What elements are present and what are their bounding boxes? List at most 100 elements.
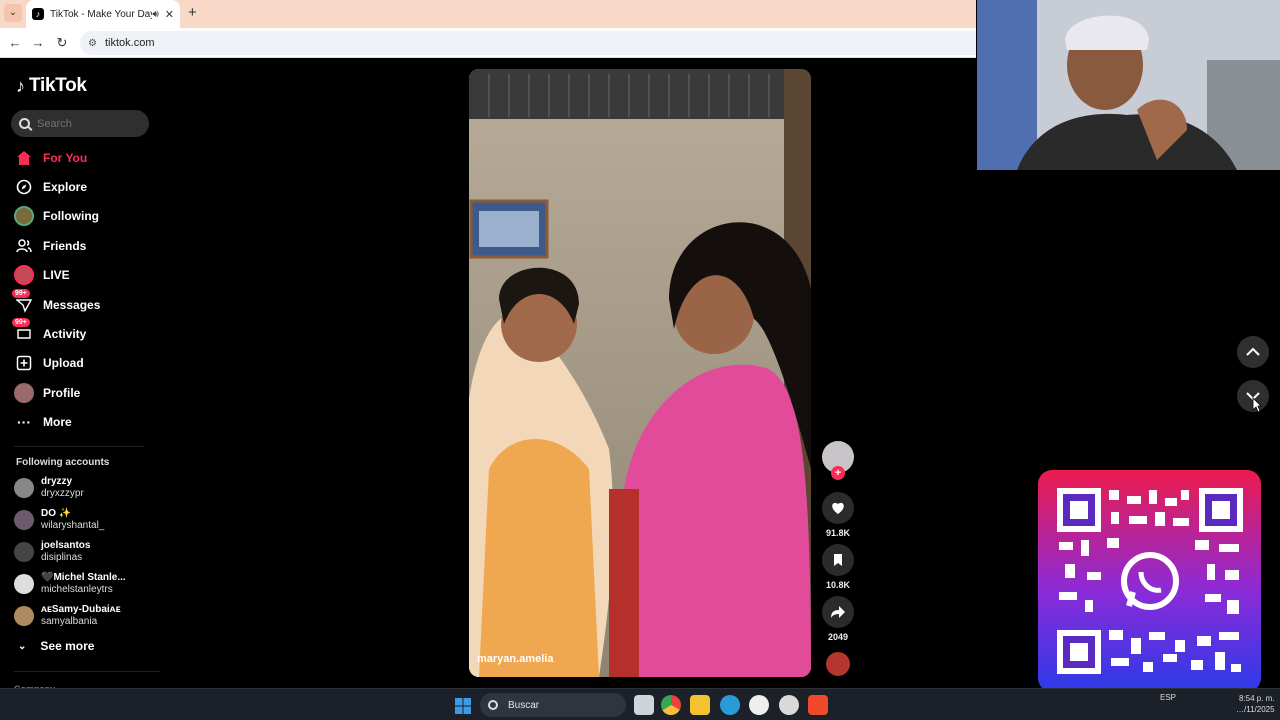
tiktok-favicon-icon: ♪ — [32, 8, 44, 20]
music-disc-avatar[interactable] — [826, 652, 850, 676]
app-icon[interactable] — [779, 695, 799, 715]
address-bar[interactable]: ⚙ tiktok.com — [80, 31, 976, 55]
language-indicator[interactable]: ESP — [1160, 693, 1176, 702]
follow-plus-icon[interactable]: + — [831, 466, 845, 480]
nav-explore[interactable]: Explore — [14, 175, 87, 199]
nav-label: Messages — [43, 298, 101, 312]
nav-friends[interactable]: Friends — [14, 234, 86, 258]
video-player[interactable]: maryan.amelia — [469, 69, 811, 677]
account-handle: disiplinas — [41, 552, 83, 563]
taskbar-clock[interactable]: 8:54 p. m. …/11/2025 — [1236, 693, 1275, 715]
clock-time: 8:54 p. m. — [1238, 694, 1275, 703]
clock-date: …/11/2025 — [1236, 705, 1275, 714]
nav-label: LIVE — [43, 268, 70, 282]
tab-tiktok[interactable]: ♪ TikTok - Make Your Day 🔊︎ ✕ — [26, 0, 180, 28]
messages-icon: 99+ — [12, 289, 34, 315]
share-arrow-icon — [831, 606, 845, 618]
brave-icon[interactable] — [808, 695, 828, 715]
logo-text: TikTok — [29, 75, 87, 96]
sidebar-divider — [14, 671, 160, 672]
save-button[interactable] — [822, 544, 854, 576]
windows-start-icon[interactable] — [455, 698, 471, 714]
nav-upload[interactable]: Upload — [14, 351, 84, 375]
nav-messages[interactable]: 99+ Messages — [12, 289, 101, 317]
nav-label: Explore — [43, 180, 88, 194]
video-author[interactable]: maryan.amelia — [477, 653, 553, 665]
nav-label: More — [43, 415, 72, 429]
account-name: dryzzy — [41, 476, 73, 487]
following-account[interactable]: DO ✨ wilaryshantal_ — [14, 507, 104, 533]
compass-icon — [14, 177, 34, 197]
account-handle: dryxzzypr — [41, 488, 84, 499]
account-name: 🖤Michel Stanle... — [41, 572, 126, 583]
taskbar-search[interactable]: Buscar — [480, 693, 626, 717]
avatar — [14, 574, 34, 594]
bookmark-icon — [834, 554, 842, 566]
avatar — [14, 478, 34, 498]
back-arrow-icon[interactable]: ← — [6, 34, 24, 52]
account-handle: samyalbania — [41, 616, 98, 627]
new-tab-button[interactable]: + — [188, 4, 197, 22]
nav-live[interactable]: LIVE — [14, 263, 70, 287]
forward-arrow-icon[interactable]: → — [29, 34, 47, 52]
chrome-icon[interactable] — [661, 695, 681, 715]
following-avatar — [14, 206, 34, 226]
save-count: 10.8K — [825, 580, 851, 590]
search-input[interactable] — [37, 117, 137, 130]
tab-list-chevron-icon[interactable]: ⌄ — [4, 4, 22, 22]
nav-more[interactable]: ··· More — [14, 410, 72, 434]
url-text: tiktok.com — [104, 37, 155, 49]
following-account[interactable]: ᴀᴇSamy-Dubaiᴀᴇ samyalbania — [14, 603, 121, 629]
avatar — [14, 606, 34, 626]
share-button[interactable] — [822, 596, 854, 628]
upload-icon — [14, 353, 34, 373]
following-account[interactable]: 🖤Michel Stanle... michelstanleytrs — [14, 571, 126, 597]
nav-label: Following — [43, 209, 99, 223]
live-avatar — [14, 265, 34, 285]
edge-icon[interactable] — [720, 695, 740, 715]
webcam-overlay — [977, 0, 1280, 170]
tiktok-logo[interactable]: ♪ TikTok — [16, 75, 87, 97]
obs-icon[interactable] — [749, 695, 769, 715]
account-name: joelsantos — [41, 540, 91, 551]
nav-label: For You — [43, 151, 88, 165]
site-info-icon[interactable]: ⚙ — [88, 38, 97, 49]
qr-code — [1057, 488, 1243, 674]
like-count: 91.8K — [825, 528, 851, 538]
account-handle: michelstanleytrs — [41, 584, 113, 595]
video-frame — [469, 69, 811, 677]
browser-toolbar: ← → ↻ ⚙ tiktok.com — [0, 28, 976, 58]
see-more-label: See more — [40, 639, 95, 653]
account-handle: wilaryshantal_ — [41, 520, 105, 531]
screen: ⌄ ♪ TikTok - Make Your Day 🔊︎ ✕ + ← → ↻ … — [0, 0, 1280, 720]
nav-activity[interactable]: 99+ Activity — [12, 318, 87, 346]
speaker-icon[interactable]: 🔊︎ — [152, 9, 158, 20]
search-box[interactable] — [11, 110, 149, 137]
nav-profile[interactable]: Profile — [14, 381, 80, 405]
following-account[interactable]: dryzzy dryxzzypr — [14, 475, 84, 501]
nav-for-you[interactable]: For You — [14, 146, 87, 170]
nav-label: Upload — [43, 356, 84, 370]
nav-label: Profile — [43, 386, 81, 400]
file-explorer-icon[interactable] — [690, 695, 710, 715]
task-view-icon[interactable] — [634, 695, 654, 715]
more-icon: ··· — [17, 414, 31, 430]
like-button[interactable] — [822, 492, 854, 524]
heart-icon — [832, 502, 844, 514]
taskbar-search-label: Buscar — [508, 699, 540, 711]
avatar — [14, 542, 34, 562]
nav-following[interactable]: Following — [14, 204, 99, 228]
see-more-button[interactable]: ⌄ See more — [18, 639, 94, 653]
reload-icon[interactable]: ↻ — [53, 34, 71, 52]
following-account[interactable]: joelsantos disiplinas — [14, 539, 90, 565]
tab-title: TikTok - Make Your Day — [50, 8, 153, 20]
sidebar-divider — [14, 446, 144, 447]
previous-video-button[interactable] — [1237, 336, 1269, 368]
profile-avatar — [14, 383, 34, 403]
nav-label: Activity — [43, 327, 87, 341]
messages-badge: 99+ — [12, 289, 30, 298]
search-icon — [19, 118, 30, 129]
account-name: DO ✨ — [41, 508, 72, 519]
close-tab-icon[interactable]: ✕ — [165, 8, 174, 21]
activity-badge: 99+ — [12, 318, 30, 327]
